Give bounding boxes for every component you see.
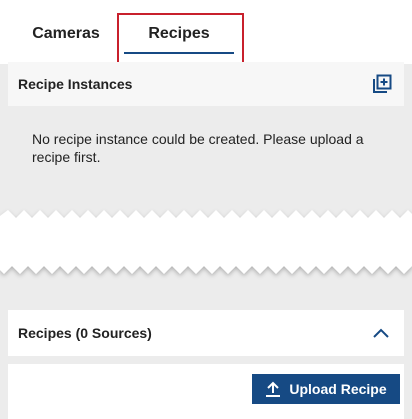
upload-icon	[266, 381, 281, 397]
tab-bar: Cameras Recipes	[0, 0, 412, 65]
recipes-section-title: Recipes (0 Sources)	[18, 325, 152, 341]
tab-recipes-label: Recipes	[148, 25, 210, 42]
upload-recipe-label: Upload Recipe	[289, 381, 387, 397]
chevron-up-icon[interactable]	[372, 324, 390, 342]
tab-cameras[interactable]: Cameras	[8, 16, 124, 52]
empty-message: No recipe instance could be created. Ple…	[32, 131, 364, 165]
add-copy-icon[interactable]	[372, 74, 392, 94]
tab-cameras-label: Cameras	[32, 25, 100, 42]
tab-recipes[interactable]: Recipes	[124, 16, 234, 54]
upload-recipe-button[interactable]: Upload Recipe	[252, 374, 400, 404]
active-tab-indicator	[124, 52, 234, 54]
recipes-section-header[interactable]: Recipes (0 Sources)	[8, 310, 404, 356]
recipe-instances-header: Recipe Instances	[8, 62, 404, 106]
torn-page-divider	[0, 210, 412, 274]
recipe-instances-title: Recipe Instances	[18, 76, 133, 92]
